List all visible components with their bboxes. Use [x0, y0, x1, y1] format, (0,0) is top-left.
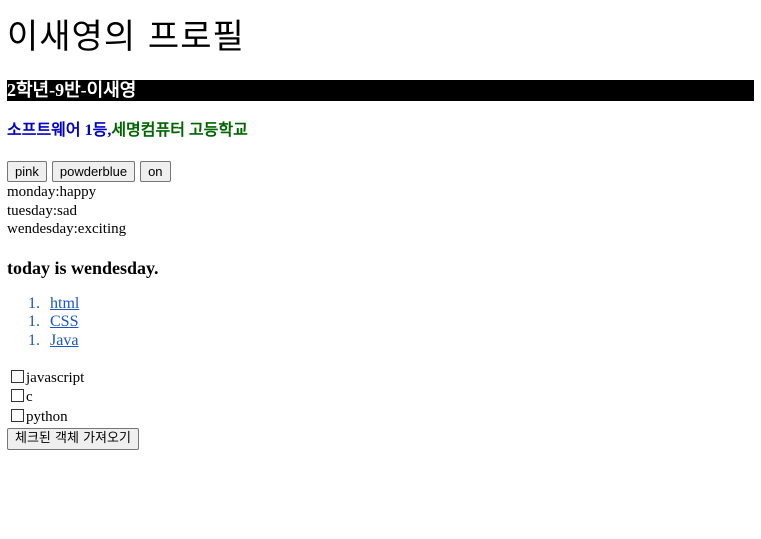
- page-content: 이새영의 프로필 2학년-9반-이새영 소프트웨어 1등,세명컴퓨터 고등학교 …: [0, 0, 761, 451]
- day-item: wendesday:exciting: [7, 221, 127, 238]
- java-link[interactable]: Java: [50, 332, 78, 349]
- pink-button[interactable]: pink: [7, 161, 47, 182]
- today-heading: today is wendesday.: [7, 257, 159, 278]
- list-number: 1.: [28, 313, 40, 331]
- link-list: 1. html 1. CSS 1. Java: [7, 295, 754, 351]
- day-item: monday:happy: [7, 184, 97, 200]
- powderblue-button[interactable]: powderblue: [51, 161, 136, 182]
- class-banner: 2학년-9반-이새영: [7, 80, 754, 101]
- python-checkbox[interactable]: [11, 408, 24, 422]
- checkbox-label: javascript: [26, 369, 85, 386]
- checkbox-row: python: [7, 408, 754, 428]
- c-checkbox[interactable]: [11, 389, 24, 403]
- list-number: 1.: [28, 331, 40, 349]
- css-link[interactable]: CSS: [50, 313, 78, 330]
- checkbox-label: c: [26, 389, 33, 406]
- day-list: monday:happy tuesday:sad wendesday:excit…: [7, 183, 754, 239]
- list-number: 1.: [28, 294, 40, 312]
- javascript-checkbox[interactable]: [11, 369, 24, 383]
- list-item: 1. html: [28, 295, 754, 314]
- button-row: pink powderblue on: [7, 161, 754, 182]
- checkbox-row: c: [7, 388, 754, 408]
- checkbox-label: python: [26, 408, 68, 425]
- day-item: tuesday:sad: [7, 202, 77, 219]
- list-item: 1. Java: [28, 332, 754, 351]
- school-line: 소프트웨어 1등,세명컴퓨터 고등학교: [7, 120, 754, 142]
- get-checked-button[interactable]: 체크된 객체 가져오기: [7, 428, 139, 451]
- html-link[interactable]: html: [50, 295, 79, 312]
- list-item: 1. CSS: [28, 313, 754, 332]
- on-button[interactable]: on: [140, 161, 171, 182]
- award-text: 소프트웨어 1등,: [7, 122, 112, 139]
- page-title: 이새영의 프로필: [7, 17, 245, 57]
- school-name: 세명컴퓨터 고등학교: [111, 122, 248, 139]
- checkbox-row: javascript: [7, 369, 754, 389]
- checkbox-group: javascript c python: [7, 369, 754, 428]
